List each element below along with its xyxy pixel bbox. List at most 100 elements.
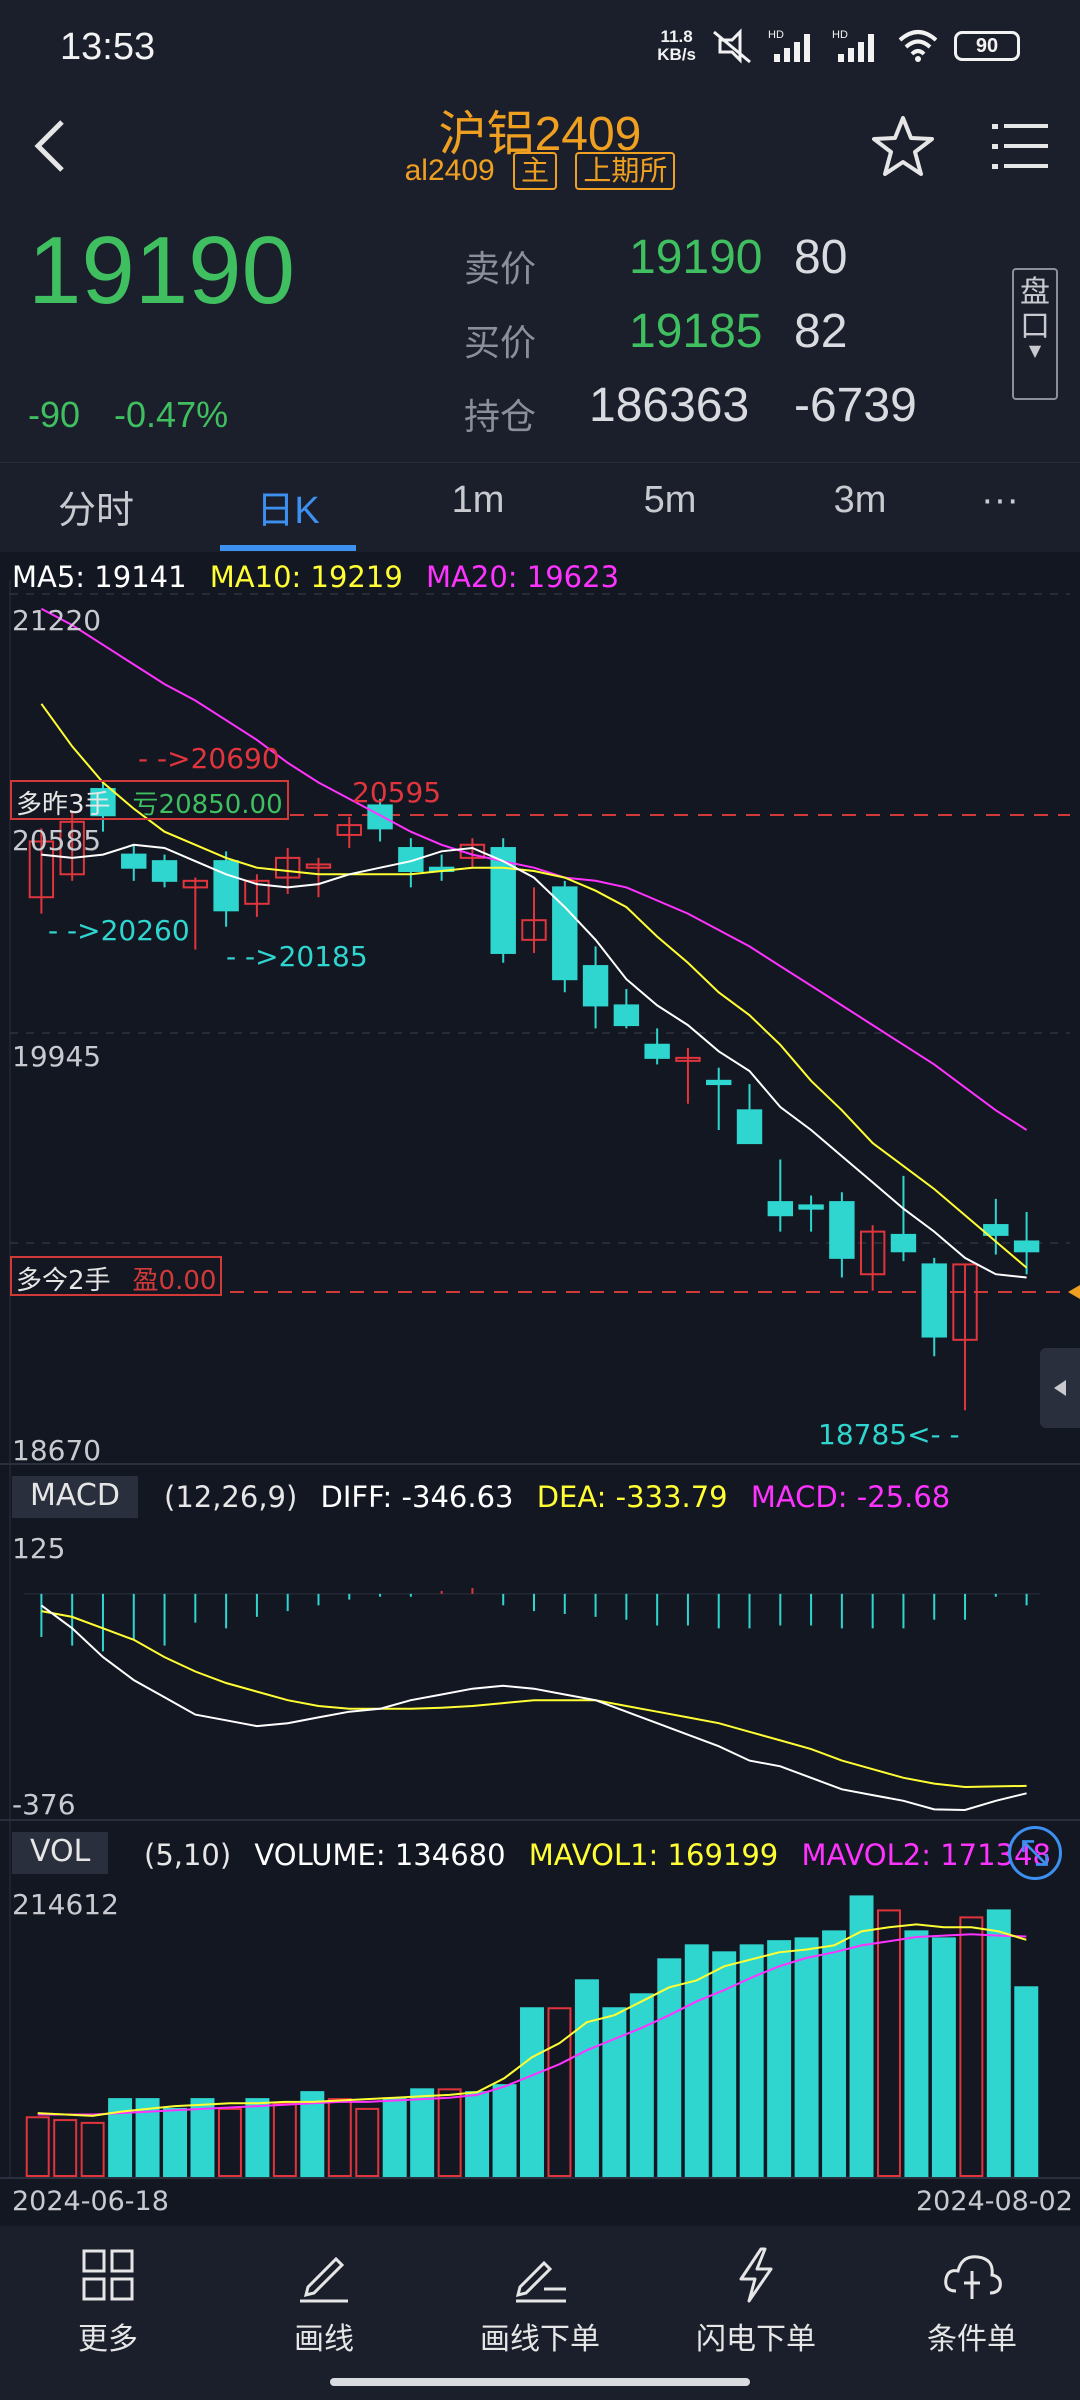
svg-text:HD: HD [832, 29, 848, 41]
status-time: 13:53 [60, 26, 156, 68]
volume-bar [986, 1909, 1011, 2177]
period-tabs: 分时 日K 1m 5m 3m ··· [0, 462, 1080, 552]
conditional-order-button[interactable]: 条件单 [872, 2244, 1072, 2358]
position-yesterday-tag[interactable]: 多昨3手 亏20850.00 [10, 780, 289, 820]
candle-body [798, 1204, 824, 1210]
ask-label: 卖价 [464, 248, 537, 289]
macd-selector[interactable]: MACD [12, 1476, 138, 1518]
candle-body [767, 1201, 794, 1217]
tab-5m[interactable]: 5m [600, 479, 740, 522]
change-percent: -0.47% [114, 394, 229, 435]
vol-params: (5,10) [144, 1838, 232, 1872]
favorite-star-icon[interactable] [868, 112, 938, 182]
volume-bar [904, 1930, 929, 2177]
home-gesture-bar[interactable] [330, 2378, 750, 2386]
net-speed-value: 11.8 [660, 27, 693, 46]
flash-order-button[interactable]: 闪电下单 [656, 2244, 856, 2358]
order-book-label: 盘口 [1020, 275, 1050, 344]
high-mark-1: - ->20690 [138, 742, 280, 775]
position-today-tag[interactable]: 多今2手 盈0.00 [10, 1256, 223, 1296]
volume-bar [849, 1895, 874, 2177]
fullscreen-icon[interactable] [1008, 1826, 1062, 1880]
vol-legend: (5,10) VOLUME: 134680 MAVOL1: 169199 MAV… [144, 1838, 1065, 1872]
grid-icon [82, 2249, 134, 2301]
change-value: -90 [28, 394, 81, 435]
tab-1m[interactable]: 1m [408, 479, 548, 522]
candle-body [151, 860, 178, 882]
main-contract-tag: 主 [513, 152, 558, 190]
vol-y-top: 214612 [12, 1888, 119, 1921]
pen-order-icon [515, 2260, 566, 2303]
chevron-down-icon: ▼ [1028, 341, 1042, 360]
bid-price: 19185 [629, 305, 763, 358]
low-mark-3: 18785<- - [818, 1418, 960, 1451]
pen-icon [300, 2256, 348, 2303]
wifi-icon [898, 30, 938, 62]
y-axis-mid1: 20585 [12, 824, 102, 857]
candle-body [613, 1004, 640, 1027]
volume-bar [492, 2084, 517, 2177]
more-button[interactable]: 更多 [8, 2244, 208, 2358]
position-yesterday-pl: 亏20850.00 [132, 790, 283, 820]
ma-legend: MA5: 19141 MA10: 19219 MA20: 19623 [12, 560, 633, 594]
volume-bar [245, 2098, 270, 2177]
order-book-toggle[interactable]: 盘口 ▼ [1012, 268, 1058, 400]
draw-line-order-label: 画线下单 [480, 2322, 600, 2357]
chevron-left-icon [1054, 1380, 1066, 1396]
macd-dea: DEA: -333.79 [536, 1480, 728, 1514]
exchange-tag: 上期所 [575, 152, 676, 190]
open-interest-label: 持仓 [464, 396, 537, 437]
macd-diff: DIFF: -346.63 [320, 1480, 514, 1514]
side-panel-toggle[interactable] [1040, 1348, 1080, 1428]
cloud-icon [944, 2255, 1002, 2299]
position-yesterday-label: 多昨3手 [16, 790, 111, 820]
ask-qty: 80 [794, 231, 848, 284]
status-icons: 11.8 KB/s HD HD 90 [657, 28, 1020, 64]
candle-body [706, 1079, 732, 1086]
system-nav-bar [0, 2356, 1080, 2400]
volume-bar [382, 2098, 407, 2177]
flash-order-label: 闪电下单 [696, 2322, 816, 2357]
draw-line-button[interactable]: 画线 [224, 2244, 424, 2358]
ma20-legend: MA20: 19623 [426, 560, 620, 594]
candle-body [213, 860, 239, 912]
vol-selector[interactable]: VOL [12, 1832, 109, 1874]
volume-bar [300, 2091, 325, 2177]
vol-volume: VOLUME: 134680 [254, 1838, 506, 1872]
candle-body [121, 853, 147, 869]
ma5-legend: MA5: 19141 [12, 560, 187, 594]
menu-icon[interactable] [990, 116, 1050, 176]
draw-line-order-button[interactable]: 画线下单 [440, 2244, 640, 2358]
contract-code: al2409 [404, 154, 495, 187]
more-periods-button[interactable]: ··· [930, 479, 1070, 522]
date-start: 2024-06-18 [12, 2186, 169, 2217]
ask-price: 19190 [629, 231, 763, 284]
conditional-order-label: 条件单 [927, 2322, 1017, 2357]
macd-legend: (12,26,9) DIFF: -346.63 DEA: -333.79 MAC… [164, 1480, 964, 1514]
tab-daily-k[interactable]: 日K [218, 479, 358, 534]
date-end: 2024-08-02 [916, 2186, 1073, 2217]
y-axis-mid2: 19945 [12, 1040, 102, 1073]
active-tab-indicator [220, 545, 356, 551]
candle-body [890, 1233, 917, 1253]
price-change: -90 -0.47% [28, 394, 252, 436]
tab-3m[interactable]: 3m [790, 479, 930, 522]
candle-body [552, 886, 578, 981]
volume-bar [574, 1979, 599, 2177]
volume-bar [931, 1937, 956, 2177]
macd-y-top: 125 [12, 1532, 66, 1565]
net-speed-unit: KB/s [657, 45, 696, 64]
volume-bar [520, 2007, 544, 2177]
vol-mavol1: MAVOL1: 169199 [528, 1838, 779, 1872]
candle-body [582, 965, 609, 1007]
candle-body [1013, 1240, 1040, 1253]
draw-line-label: 画线 [294, 2322, 354, 2357]
macd-value: MACD: -25.68 [750, 1480, 951, 1514]
low-mark-1: - ->20260 [48, 914, 190, 947]
signal-icon-2: HD [832, 29, 874, 62]
volume-bar [465, 2091, 490, 2177]
last-price: 19190 [28, 217, 295, 324]
tab-fenshi[interactable]: 分时 [26, 479, 166, 534]
volume-bar [794, 1937, 819, 2177]
volume-bar [190, 2098, 215, 2177]
